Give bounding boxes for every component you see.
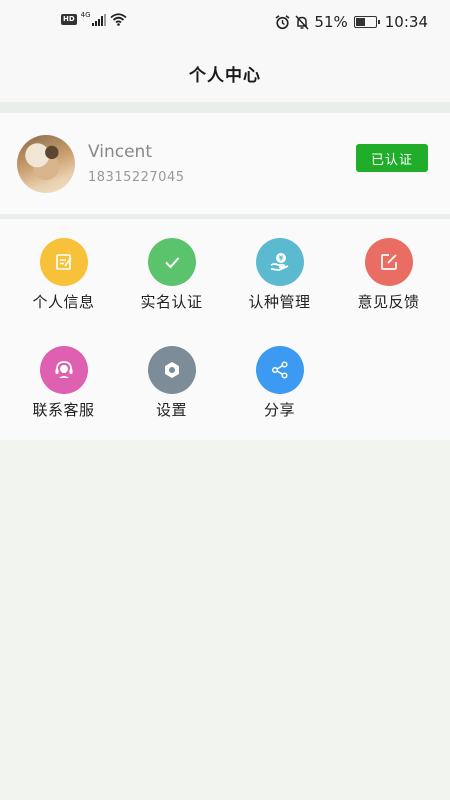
menu-item-label: 个人信息 — [32, 293, 95, 311]
divider — [0, 102, 450, 113]
header: 个人中心 — [0, 44, 450, 102]
headset-icon — [39, 346, 88, 394]
battery-icon — [353, 16, 380, 28]
menu-item-adoption-management[interactable]: ¥ 认种管理 — [225, 219, 334, 319]
menu-item-label: 意见反馈 — [357, 293, 420, 311]
battery-fill — [355, 18, 365, 26]
check-icon — [147, 238, 196, 286]
menu-grid: 个人信息 实名认证 ¥ 认种管理 意见反馈 联系客服 设置 分享 — [0, 219, 450, 440]
menu-item-feedback[interactable]: 意见反馈 — [334, 219, 443, 319]
share-icon — [255, 346, 304, 394]
profile-card[interactable]: Vincent 18315227045 已认证 — [0, 113, 450, 214]
menu-item-settings[interactable]: 设置 — [117, 327, 226, 427]
menu-item-label: 认种管理 — [248, 293, 311, 311]
page-title: 个人中心 — [189, 65, 261, 86]
battery-percent: 51% — [314, 13, 348, 31]
clock-time: 10:34 — [384, 13, 428, 31]
gear-icon — [147, 346, 196, 394]
menu-item-real-name-auth[interactable]: 实名认证 — [117, 219, 226, 319]
compose-icon — [364, 238, 413, 286]
status-bar: HD 4G 51% 10:34 — [0, 0, 450, 44]
network-type: 4G — [80, 10, 91, 19]
edit-doc-icon — [39, 238, 88, 286]
hand-coin-icon: ¥ — [255, 238, 304, 286]
alarm-icon — [275, 14, 290, 30]
signal-icon — [91, 13, 106, 26]
menu-item-label: 分享 — [263, 401, 295, 419]
menu-item-personal-info[interactable]: 个人信息 — [9, 219, 118, 319]
avatar[interactable] — [17, 135, 75, 193]
status-left: HD 4G — [61, 10, 127, 26]
mute-bell-icon — [295, 14, 309, 30]
menu-item-customer-service[interactable]: 联系客服 — [9, 327, 118, 427]
hd-badge: HD — [61, 14, 77, 25]
wifi-icon — [109, 13, 127, 26]
verified-badge: 已认证 — [356, 144, 428, 172]
user-name: Vincent — [88, 142, 152, 162]
status-right: 51% 10:34 — [275, 13, 428, 31]
menu-item-label: 联系客服 — [32, 401, 95, 419]
menu-item-label: 设置 — [155, 401, 187, 419]
menu-item-label: 实名认证 — [140, 293, 203, 311]
user-phone: 18315227045 — [88, 170, 185, 185]
svg-text:¥: ¥ — [278, 255, 283, 263]
menu-item-share[interactable]: 分享 — [225, 327, 334, 427]
